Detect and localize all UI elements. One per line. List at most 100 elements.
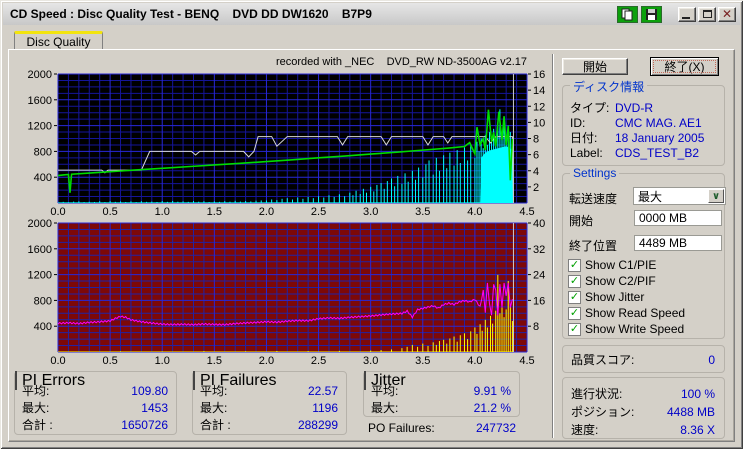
copy-icon[interactable]	[617, 5, 638, 23]
pie-total-label: 合計 :	[22, 418, 53, 432]
position-value: 4488 MB	[666, 404, 715, 419]
quality-score-label: 品質スコア:	[571, 353, 635, 367]
start-button[interactable]: 開始	[562, 58, 628, 75]
checkbox-show-c2pif[interactable]: ✓ Show C2/PIF	[568, 274, 656, 288]
start-pos-label: 開始	[569, 214, 594, 228]
jitter-stats: 平均: 9.91 % 最大: 21.2 %	[371, 382, 511, 416]
disc-info-title: ディスク情報	[570, 78, 648, 95]
pif-avg-value: 22.57	[307, 383, 338, 398]
transfer-speed-select[interactable]: 最大 ∨	[633, 187, 726, 205]
checkbox-show-c1pie-label: Show C1/PIE	[585, 258, 657, 272]
checkbox-check-icon[interactable]: ✓	[568, 290, 581, 304]
checkbox-show-jitter[interactable]: ✓ Show Jitter	[568, 290, 644, 304]
stat-row: 平均: 109.80	[22, 382, 168, 399]
checkbox-show-write-speed-label: Show Write Speed	[585, 322, 685, 336]
save-icon-glyph	[646, 8, 657, 20]
checkbox-show-c1pie[interactable]: ✓ Show C1/PIE	[568, 258, 656, 272]
disc-info-rows: タイプ: DVD-R ID: CMC MAG. AE1 日付: 18 Janua…	[570, 100, 718, 160]
pie-max-value: 1453	[141, 400, 168, 415]
disc-label-value: CDS_TEST_B2	[615, 145, 700, 160]
app-window: CD Speed : Disc Quality Test - BENQ DVD …	[0, 0, 743, 449]
tab-disc-quality[interactable]: Disc Quality	[14, 31, 103, 50]
pif-max-value: 1196	[312, 400, 338, 415]
transfer-speed-label: 転送速度	[569, 192, 618, 206]
po-failures-row: PO Failures: 247732	[368, 421, 516, 435]
disc-type-label: タイプ:	[570, 101, 610, 115]
pi-failures-legend: PI Failures 平均: 22.57 最大: 1196 合計 : 2882…	[192, 371, 347, 435]
speed-row: 速度: 8.36 X	[571, 422, 715, 438]
jitter-swatch	[364, 371, 366, 390]
disc-label-row: Label: CDS_TEST_B2	[570, 145, 718, 160]
transfer-speed-value: 最大	[638, 189, 663, 204]
pif-total-label: 合計 :	[200, 418, 231, 432]
stat-row: 平均: 9.91 %	[371, 382, 511, 399]
pie-avg-value: 109.80	[131, 383, 168, 398]
end-pos-label: 終了位置	[569, 239, 618, 253]
panel-divider	[552, 54, 554, 438]
stop-button-label: 終了(X)	[664, 60, 705, 74]
stop-button[interactable]: 終了(X)	[650, 57, 719, 76]
minimize-icon	[682, 16, 690, 19]
position-row: ポジション: 4488 MB	[571, 404, 715, 420]
disc-info-group: ディスク情報 タイプ: DVD-R ID: CMC MAG. AE1 日付: 1…	[562, 78, 725, 166]
checkbox-check-icon[interactable]: ✓	[568, 322, 581, 336]
checkbox-show-jitter-label: Show Jitter	[585, 290, 645, 304]
quality-score-value: 0	[708, 352, 715, 367]
disc-date-row: 日付: 18 January 2005	[570, 130, 718, 146]
tab-label: Disc Quality	[26, 35, 91, 49]
stat-row: 平均: 22.57	[200, 382, 338, 399]
disc-type-value: DVD-R	[615, 100, 653, 115]
jitter-avg-label: 平均:	[371, 384, 399, 398]
save-icon[interactable]	[641, 5, 662, 23]
copy-icon-glyph	[621, 8, 633, 20]
end-pos-field[interactable]: 4489 MB	[634, 235, 722, 251]
disc-label-label: Label:	[570, 145, 603, 160]
start-pos-value: 0000 MB	[639, 211, 688, 225]
stat-row: 最大: 1453	[22, 399, 168, 416]
pie-max-label: 最大:	[22, 401, 50, 415]
start-pos-field[interactable]: 0000 MB	[634, 210, 722, 226]
maximize-button[interactable]	[698, 6, 716, 22]
minimize-button[interactable]	[678, 6, 696, 22]
progress-group: 進行状況: 100 % ポジション: 4488 MB 速度: 8.36 X	[562, 377, 725, 439]
close-button[interactable]: ✕	[718, 6, 736, 22]
checkbox-check-icon[interactable]: ✓	[568, 258, 581, 272]
stat-row: 合計 : 1650726	[22, 416, 168, 433]
position-label: ポジション:	[571, 405, 635, 419]
disc-id-label: ID:	[570, 115, 586, 130]
speed-value: 8.36 X	[680, 422, 715, 437]
speed-label: 速度:	[571, 423, 599, 437]
settings-group: Settings 転送速度 最大 ∨ 開始 0000 MB 終了位置 4489 …	[562, 166, 726, 339]
jitter-legend: Jitter 平均: 9.91 % 最大: 21.2 %	[363, 371, 520, 417]
chevron-down-icon[interactable]: ∨	[708, 189, 724, 203]
checkbox-show-read-speed-label: Show Read Speed	[585, 306, 686, 320]
pif-total-value: 288299	[297, 417, 338, 432]
disc-date-label: 日付:	[570, 131, 598, 145]
checkbox-check-icon[interactable]: ✓	[568, 274, 581, 288]
disc-id-row: ID: CMC MAG. AE1	[570, 115, 718, 130]
pie-avg-label: 平均:	[22, 384, 50, 398]
pif-max-label: 最大:	[200, 401, 228, 415]
title-bar: CD Speed : Disc Quality Test - BENQ DVD …	[3, 3, 740, 25]
progress-value: 100 %	[680, 386, 715, 401]
end-pos-value: 4489 MB	[639, 236, 688, 250]
jitter-max-value: 21.2 %	[473, 400, 511, 415]
disc-date-value: 18 January 2005	[615, 130, 705, 145]
stat-row: 最大: 21.2 %	[371, 399, 511, 416]
disc-id-value: CMC MAG. AE1	[615, 115, 702, 130]
checkbox-show-read-speed[interactable]: ✓ Show Read Speed	[568, 306, 685, 320]
jitter-max-label: 最大:	[371, 401, 399, 415]
pi-failures-stats: 平均: 22.57 最大: 1196 合計 : 288299	[200, 382, 338, 433]
pie-total-value: 1650726	[121, 417, 168, 432]
stat-row: 最大: 1196	[200, 399, 338, 416]
quality-score-row: 品質スコア: 0	[571, 352, 715, 368]
window-title: CD Speed : Disc Quality Test - BENQ DVD …	[10, 7, 372, 21]
pi-failures-swatch	[193, 371, 195, 390]
pi-errors-legend: PI Errors 平均: 109.80 最大: 1453 合計 : 16507…	[14, 371, 177, 435]
pif-avg-label: 平均:	[200, 384, 228, 398]
checkbox-check-icon[interactable]: ✓	[568, 306, 581, 320]
progress-row: 進行状況: 100 %	[571, 386, 715, 402]
close-icon: ✕	[721, 7, 733, 21]
checkbox-show-write-speed[interactable]: ✓ Show Write Speed	[568, 322, 684, 336]
settings-title: Settings	[570, 166, 620, 180]
